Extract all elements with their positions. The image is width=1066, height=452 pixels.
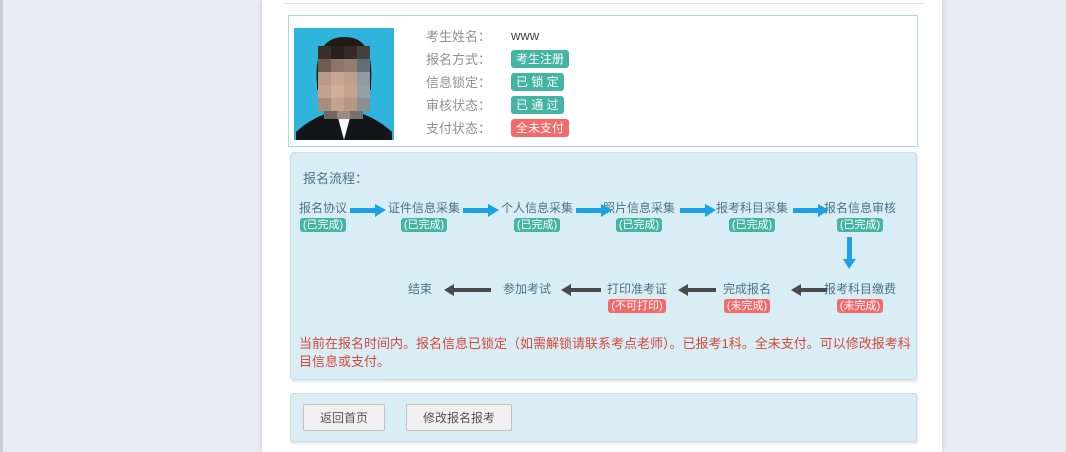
info-row-audit-status: 审核状态： 已 通 过 [349,93,569,116]
arrow-right-icon [680,208,705,213]
flow-step-photo-collect: 照片信息采集 (已完成) [603,201,675,233]
flow-step-info-audit: 报名信息审核 (已完成) [824,201,896,233]
flow-title: 报名流程： [303,168,368,187]
registration-flow-panel: 报名流程： 报名协议 (已完成) 证件信息采集 (已完成) 个人信息采集 (已完… [290,152,917,380]
step-status-badge: (已完成) [616,218,662,232]
arrow-left-icon [801,288,827,292]
step-status-badge: (已完成) [514,218,560,232]
arrow-left-icon [571,288,601,292]
flow-step-take-exam: 参加考试 [503,282,551,296]
flow-step-subject-collect: 报考科目采集 (已完成) [716,201,788,233]
previous-section-divider [283,3,925,4]
audit-status-label: 审核状态： [349,95,491,114]
flow-step-credential-collect: 证件信息采集 (已完成) [388,201,460,233]
info-row-register-method: 报名方式： 考生注册 [349,47,569,70]
arrow-left-icon [688,288,716,292]
arrow-right-icon [463,208,488,213]
flow-step-agreement: 报名协议 (已完成) [299,201,347,233]
flow-step-end: 结束 [408,282,432,296]
candidate-info-rows: 考生姓名： www 报名方式： 考生注册 信息锁定： 已 锁 定 审核状态： 已… [349,24,569,139]
flow-step-subject-payment: 报考科目缴费 (未完成) [824,282,896,314]
back-home-button[interactable]: 返回首页 [303,404,385,431]
payment-status-badge: 全未支付 [511,119,569,137]
arrow-right-icon [576,208,601,213]
step-status-badge: (已完成) [300,218,346,232]
lock-status-label: 信息锁定： [349,72,491,91]
step-status-badge: (已完成) [729,218,775,232]
registration-status-notice: 当前在报名时间内。报名信息已锁定（如需解锁请联系考点老师）。已报考1科。全未支付… [299,335,911,371]
info-row-payment-status: 支付状态： 全未支付 [349,116,569,139]
arrow-down-icon [847,237,852,259]
modify-registration-button[interactable]: 修改报名报考 [406,404,512,431]
arrow-right-icon [350,208,375,213]
info-row-lock-status: 信息锁定： 已 锁 定 [349,70,569,93]
name-label: 考生姓名： [349,26,491,45]
flow-step-print-admission-ticket: 打印准考证 (不可打印) [607,282,667,314]
audit-status-badge: 已 通 过 [511,96,564,114]
main-content-column: 考生姓名： www 报名方式： 考生注册 信息锁定： 已 锁 定 审核状态： 已… [262,0,942,452]
register-method-badge: 考生注册 [511,50,569,68]
flow-step-complete-registration: 完成报名 (未完成) [723,282,771,314]
step-status-badge: (未完成) [724,299,770,313]
arrow-left-icon [454,288,491,292]
payment-status-label: 支付状态： [349,118,491,137]
step-status-badge: (不可打印) [608,299,665,313]
arrow-right-icon [793,208,818,213]
info-row-name: 考生姓名： www [349,24,569,47]
name-value: www [511,28,539,43]
flow-step-personal-info: 个人信息采集 (已完成) [501,201,573,233]
step-status-badge: (未完成) [837,299,883,313]
candidate-info-panel: 考生姓名： www 报名方式： 考生注册 信息锁定： 已 锁 定 审核状态： 已… [288,15,918,147]
lock-status-badge: 已 锁 定 [511,73,564,91]
step-status-badge: (已完成) [837,218,883,232]
action-buttons-panel: 返回首页 修改报名报考 [290,393,917,442]
register-method-label: 报名方式： [349,49,491,68]
step-status-badge: (已完成) [401,218,447,232]
page-left-border [0,0,3,452]
